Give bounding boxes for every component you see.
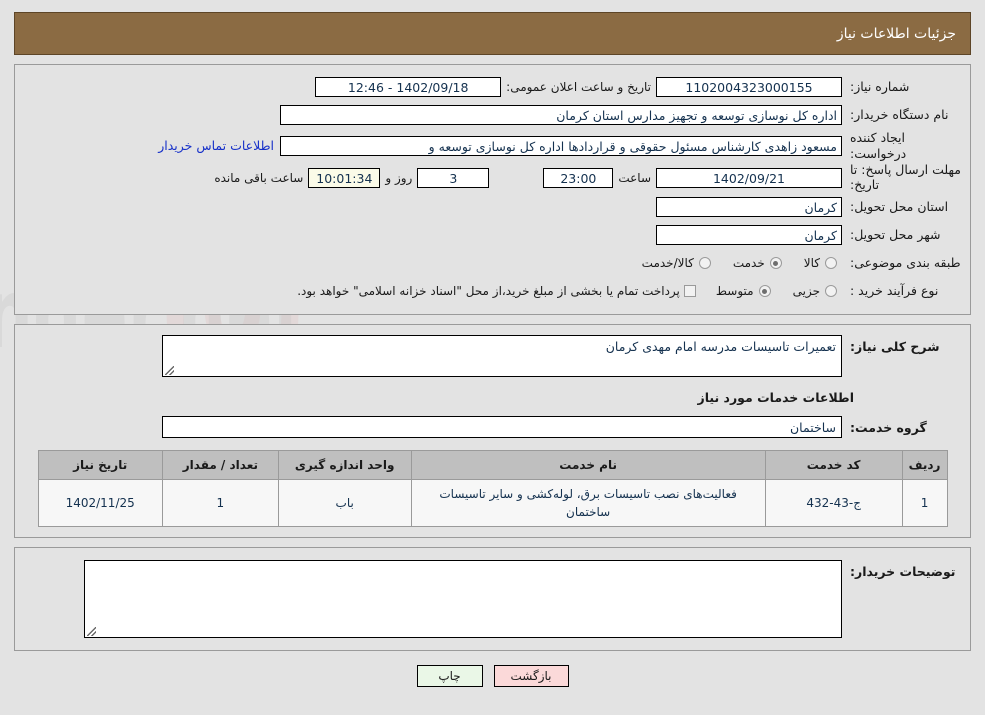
row-summary: شرح کلی نیاز: تعمیرات تاسیسات مدرسه امام…: [21, 335, 964, 377]
row-deadline: مهلت ارسال پاسخ: تا تاریخ: 1402/09/21 سا…: [21, 163, 964, 192]
treasury-checkbox[interactable]: [683, 285, 696, 297]
province-label: استان محل تحویل:: [850, 199, 949, 215]
summary-textarea[interactable]: تعمیرات تاسیسات مدرسه امام مهدی کرمان: [162, 335, 842, 377]
table-row: 1 ج-43-432 فعالیت‌های نصب تاسیسات برق، ل…: [37, 479, 948, 527]
th-code: کد خدمت: [764, 450, 903, 480]
row-buyer-notes: توضیحات خریدار:: [21, 560, 964, 638]
process-radio-group: جزیی متوسط: [702, 284, 842, 298]
row-process-type: نوع فرآیند خرید : جزیی متوسط پرداخت تمام…: [21, 278, 964, 304]
remaining-clock: 10:01:34: [308, 167, 381, 188]
service-group-value: ساختمان: [162, 416, 842, 438]
row-requester: ایجاد کننده درخواست: مسعود زاهدی کارشناس…: [21, 130, 964, 161]
items-table: ردیف کد خدمت نام خدمت واحد اندازه گیری ت…: [37, 450, 948, 527]
buyer-org-value: اداره کل نوسازی توسعه و تجهیز مدارس استا…: [280, 105, 842, 125]
buyer-notes-textarea[interactable]: [84, 560, 842, 638]
print-button[interactable]: چاپ: [416, 665, 483, 687]
radio-kala-khedmat[interactable]: [698, 257, 711, 269]
announce-value: 1402/09/18 - 12:46: [315, 77, 502, 97]
th-name: نام خدمت: [410, 450, 766, 480]
remaining-days: 3: [417, 167, 490, 188]
need-number-label: شماره نیاز:: [850, 79, 910, 95]
service-info-panel: شرح کلی نیاز: تعمیرات تاسیسات مدرسه امام…: [14, 324, 971, 538]
row-city: شهر محل تحویل: کرمان: [21, 222, 964, 248]
radio-motevaset-label: متوسط: [715, 284, 754, 298]
radio-motevaset[interactable]: [758, 285, 771, 297]
cell-qty: 1: [161, 479, 279, 527]
announce-label: تاریخ و ساعت اعلان عمومی:: [506, 80, 651, 94]
cell-radif: 1: [901, 479, 948, 527]
row-category: طبقه بندی موضوعی: کالا خدمت کالا/خدمت: [21, 250, 964, 276]
service-group-label: گروه خدمت:: [850, 419, 927, 435]
requester-value: مسعود زاهدی کارشناس مسئول حقوقی و قراردا…: [280, 135, 842, 156]
radio-kala-khedmat-label: کالا/خدمت: [641, 256, 694, 270]
category-label: طبقه بندی موضوعی:: [850, 255, 961, 271]
summary-label: شرح کلی نیاز:: [850, 339, 940, 354]
hour-word: ساعت: [618, 170, 651, 185]
page-header: جزئیات اطلاعات نیاز: [14, 12, 971, 55]
th-unit: واحد اندازه گیری: [277, 450, 412, 480]
footer-button-bar: بازگشت چاپ: [0, 665, 985, 687]
items-table-wrap: ردیف کد خدمت نام خدمت واحد اندازه گیری ت…: [21, 450, 964, 527]
radio-khedmat-label: خدمت: [732, 256, 765, 270]
cell-unit: باب: [277, 479, 412, 527]
buyer-org-label: نام دستگاه خریدار:: [850, 107, 949, 123]
province-value: کرمان: [656, 197, 842, 217]
buyer-notes-label: توضیحات خریدار:: [850, 564, 956, 579]
row-service-group: گروه خدمت: ساختمان: [21, 416, 964, 438]
th-qty: تعداد / مقدار: [161, 450, 279, 480]
days-and-word: روز و: [385, 170, 413, 185]
back-button[interactable]: بازگشت: [493, 665, 569, 687]
table-header-row: ردیف کد خدمت نام خدمت واحد اندازه گیری ت…: [37, 450, 948, 480]
deadline-date: 1402/09/21: [656, 167, 842, 188]
deadline-label: مهلت ارسال پاسخ: تا تاریخ:: [850, 162, 961, 192]
deadline-hour: 23:00: [543, 167, 614, 188]
city-label: شهر محل تحویل:: [850, 227, 941, 243]
treasury-note: پرداخت تمام یا بخشی از مبلغ خرید،از محل …: [297, 284, 680, 298]
need-info-panel: شماره نیاز: 1102004323000155 تاریخ و ساع…: [14, 64, 971, 315]
radio-jozii-label: جزیی: [792, 284, 820, 298]
row-need-number: شماره نیاز: 1102004323000155 تاریخ و ساع…: [21, 74, 964, 100]
radio-kala-label: کالا: [803, 256, 820, 270]
category-radio-group: کالا خدمت کالا/خدمت: [628, 256, 842, 270]
row-province: استان محل تحویل: کرمان: [21, 194, 964, 220]
page-title: جزئیات اطلاعات نیاز: [836, 25, 956, 42]
row-buyer-org: نام دستگاه خریدار: اداره کل نوسازی توسعه…: [21, 102, 964, 128]
radio-khedmat[interactable]: [769, 257, 782, 269]
remaining-suffix: ساعت باقی مانده: [214, 170, 304, 185]
requester-label: ایجاد کننده درخواست:: [850, 130, 907, 161]
city-value: کرمان: [656, 225, 842, 245]
cell-name: فعالیت‌های نصب تاسیسات برق، لوله‌کشی و س…: [410, 479, 766, 527]
th-date: تاریخ نیاز: [37, 450, 163, 480]
cell-code: ج-43-432: [764, 479, 903, 527]
section-title: اطلاعات خدمات مورد نیاز: [697, 390, 855, 405]
buyer-contact-link[interactable]: اطلاعات تماس خریدار: [152, 138, 280, 153]
radio-jozii[interactable]: [825, 285, 837, 297]
radio-kala[interactable]: [825, 257, 837, 269]
need-number-value: 1102004323000155: [656, 77, 842, 97]
buyer-notes-panel: توضیحات خریدار:: [14, 547, 971, 651]
cell-date: 1402/11/25: [37, 479, 163, 527]
th-radif: ردیف: [901, 450, 948, 480]
process-label: نوع فرآیند خرید :: [850, 283, 939, 299]
